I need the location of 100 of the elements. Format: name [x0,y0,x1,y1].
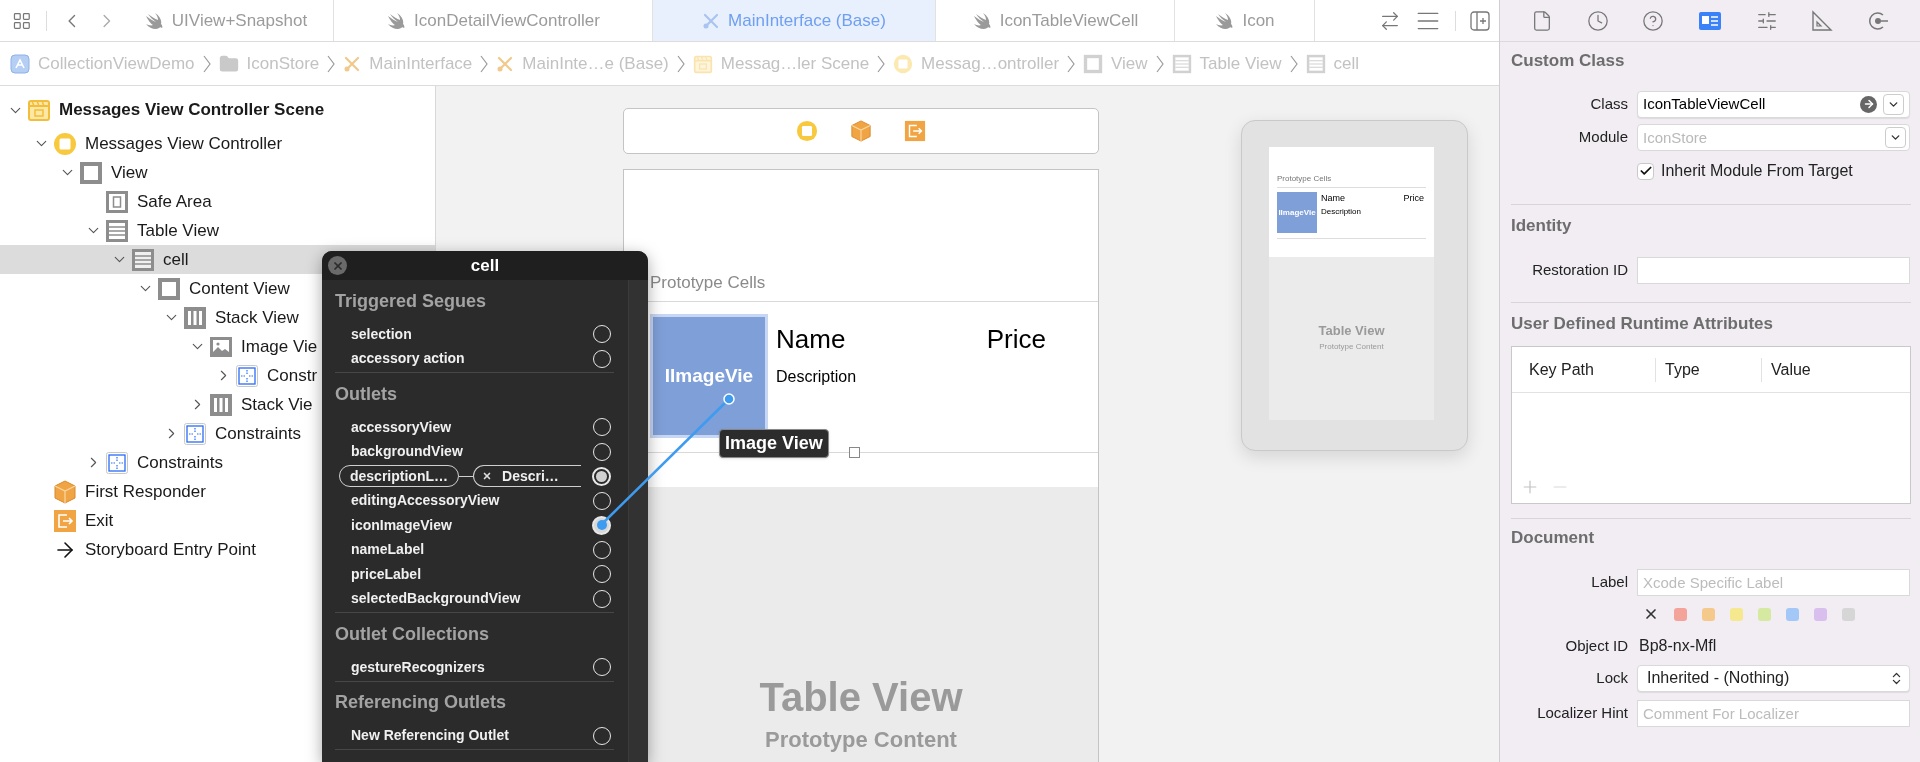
scrollbar[interactable] [628,280,648,762]
id-card-icon[interactable] [1697,10,1722,31]
tools-icon [702,11,721,30]
remove-icon[interactable] [482,471,492,482]
tools-icon [343,54,362,73]
circle-icon [796,120,818,142]
outlet-label: iconImageView [351,515,452,535]
outlet-label: nameLabel [351,540,425,560]
image-icon [209,334,233,359]
color-swatch[interactable] [1758,607,1771,621]
clear-icon[interactable] [1643,606,1659,622]
outlet-label: selectedBackgroundView [351,589,521,609]
columns-icon [209,392,233,417]
section-heading: User Defined Runtime Attributes [1511,313,1774,336]
color-swatch[interactable] [1702,607,1715,621]
connection-icon[interactable] [1867,9,1890,32]
section-heading: Document [1511,527,1596,550]
square-icon [79,160,103,185]
popup-title: cell [470,254,500,277]
outlet-label: New Referencing Outlet [351,726,509,746]
field-label: Localizer Hint [1536,702,1628,723]
column-header[interactable]: Key Path [1512,357,1655,382]
dropdown-icon[interactable] [1885,127,1906,148]
tree-item[interactable]: Safe Area [0,187,435,216]
clapperboard-icon [27,98,51,122]
section-heading: Outlets [335,382,398,406]
field-label: Restoration ID [1531,259,1628,280]
framed-square-icon [105,189,129,214]
outlet-label: gestureRecognizers [351,657,485,677]
square-icon [157,276,181,301]
description-label: Description [1321,205,1362,218]
tree-item[interactable]: Table View [0,216,435,245]
lock-select[interactable]: Inherited - (Nothing) [1637,664,1910,692]
outlet-label: priceLabel [351,564,422,584]
section-heading: Triggered Segues [335,289,488,313]
color-swatch[interactable] [1786,607,1799,621]
chevron-icon [202,54,211,73]
module-field[interactable]: IconStore [1637,124,1910,151]
tools-icon [496,54,515,73]
circle-icon [893,53,914,74]
chevron-icon [877,54,886,73]
bird-icon [1214,12,1235,29]
cube-icon [53,479,77,504]
tree-item[interactable]: Messages View Controller Scene [0,91,435,129]
chevron-icon [1067,54,1076,73]
close-icon[interactable] [328,256,347,275]
chevron-icon [480,54,489,73]
placeholder-title: Table View [759,677,963,717]
checkbox[interactable] [1637,162,1654,180]
outlet-label: backgroundView [351,442,463,462]
placeholder-subtitle: Prototype Content [1319,340,1384,353]
field-label: Object ID [1564,635,1628,656]
name-label: Name [1321,192,1345,205]
field-label: Lock [1595,667,1628,688]
bird-icon [971,12,992,29]
section-header: Prototype Cells [1277,173,1333,183]
columns-icon [183,305,207,330]
tree-item[interactable]: View [0,158,435,187]
section-heading: Custom Class [1511,50,1626,73]
class-field[interactable]: IconTableViewCell [1637,90,1910,118]
square-icon [1083,53,1104,74]
dotted-square-icon [105,450,129,475]
list-icon [105,218,129,243]
label-field[interactable]: Xcode Specific Label [1637,568,1910,596]
chevron-icon [676,54,685,73]
image-view: IImageVie [1277,192,1317,233]
folder-icon [218,53,239,74]
localizer-hint-field[interactable]: Comment For Localizer [1637,699,1910,727]
section-heading: Outlet Collections [335,622,490,646]
drag-tooltip: Image View [719,429,829,458]
section-heading: Identity [1511,215,1573,238]
placeholder-subtitle: Prototype Content [765,729,957,751]
help-icon[interactable] [1642,9,1665,32]
price-label: Price [986,323,1046,356]
field-label: Module [1577,127,1628,148]
object-id: Bp8-nx-Mfl [1638,637,1717,654]
color-swatch[interactable] [1674,607,1687,621]
exit-icon [904,120,926,142]
bird-icon [386,12,407,29]
sliders-icon[interactable] [1755,9,1778,32]
name-label: Name [776,323,846,356]
add-editor-icon[interactable] [1470,10,1490,31]
checkbox-label: Inherit Module From Target [1661,161,1853,181]
circle-icon [53,131,77,156]
swap-icon[interactable] [1379,9,1401,32]
color-swatch[interactable] [1814,607,1827,621]
color-swatch[interactable] [1730,607,1743,621]
color-swatch[interactable] [1842,607,1855,621]
ruler-icon[interactable] [1811,9,1834,32]
column-header[interactable]: Type [1655,357,1761,382]
grid-icon[interactable] [12,10,32,31]
column-header[interactable]: Value [1761,357,1910,382]
list-icon [1305,53,1326,74]
resize-handle[interactable] [849,447,860,458]
tree-item[interactable]: Messages View Controller [0,129,435,158]
clock-icon[interactable] [1586,9,1609,32]
restoration-id-field[interactable] [1637,256,1910,284]
dropdown-icon[interactable] [1883,93,1904,115]
scene-preview[interactable]: Prototype Cells IImageVie Name Price Description Table View Prototype Content [1241,120,1468,451]
chevron-icon [1155,54,1164,73]
